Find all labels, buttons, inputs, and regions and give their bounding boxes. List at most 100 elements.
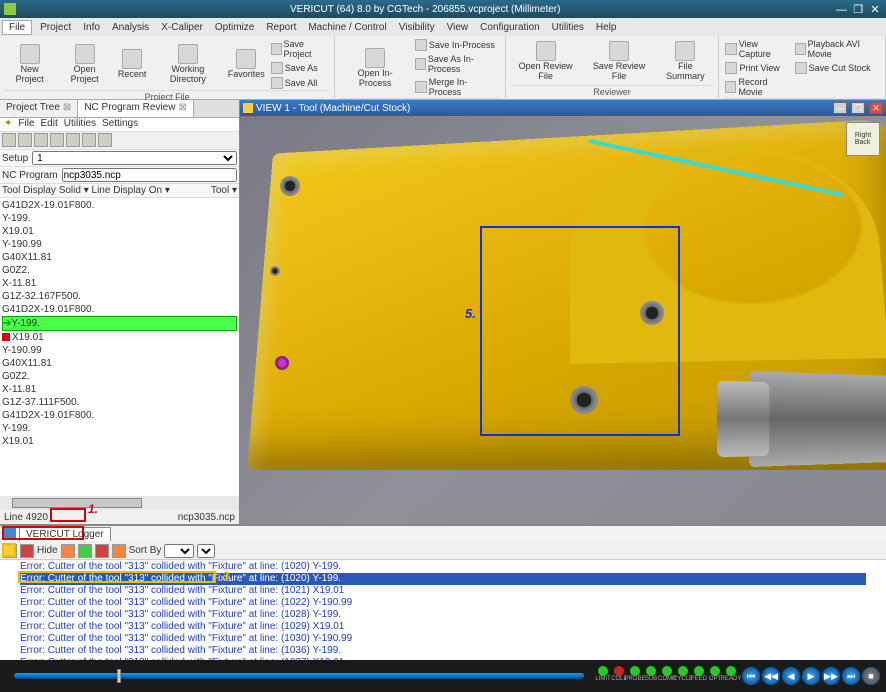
nc-tool-6[interactable]: [82, 133, 96, 147]
status-cycle: CYCLE: [676, 666, 690, 686]
menu-project[interactable]: Project: [34, 21, 77, 34]
hole-icon: [280, 176, 300, 196]
menu-machine[interactable]: Machine / Control: [302, 21, 392, 34]
open-review-button[interactable]: Open Review File: [510, 38, 582, 85]
line-display-label: Line Display On: [92, 185, 163, 196]
menu-view[interactable]: View: [441, 21, 475, 34]
ncprogram-row: NC Program: [0, 167, 239, 184]
menu-xcaliper[interactable]: X-Caliper: [155, 21, 209, 34]
workspace: Project Tree⊠ NC Program Review⊠ ✦ File …: [0, 100, 886, 524]
save-project-button[interactable]: Save Project: [269, 38, 331, 60]
menu-optimize[interactable]: Optimize: [209, 21, 260, 34]
menu-report[interactable]: Report: [260, 21, 302, 34]
ncprogram-input[interactable]: [62, 168, 237, 182]
nc-tool-5[interactable]: [66, 133, 80, 147]
save-review-button[interactable]: Save Review File: [584, 38, 655, 85]
render-view[interactable]: 5. RightBack: [240, 116, 886, 524]
save-inprocess-button[interactable]: Save In-Process: [413, 38, 501, 52]
panel-utilities[interactable]: Utilities: [64, 118, 96, 131]
panel-file[interactable]: File: [18, 118, 34, 131]
play-button[interactable]: ▶: [802, 667, 820, 685]
nc-tool-3[interactable]: [34, 133, 48, 147]
nc-tool-7[interactable]: [98, 133, 112, 147]
logger-icon-1[interactable]: [61, 544, 75, 558]
merge-inprocess-button[interactable]: Merge In-Process: [413, 76, 501, 98]
panel-edit[interactable]: Edit: [41, 118, 58, 131]
stepfwd-button[interactable]: ▶▶: [822, 667, 840, 685]
log-row[interactable]: Error: Cutter of the tool "313" collided…: [20, 561, 866, 573]
recent-button[interactable]: Recent: [114, 38, 150, 90]
playback-controls: ⏮ ◀◀ ◀ ▶ ▶▶ ⏭ ■: [742, 667, 880, 685]
logger-sort-select[interactable]: [164, 544, 194, 558]
new-project-button[interactable]: New Project: [4, 38, 55, 90]
print-view-button[interactable]: Print View: [723, 61, 790, 75]
close-button[interactable]: ✕: [868, 3, 882, 16]
logger-sort-order[interactable]: [197, 544, 215, 558]
nc-tool-1[interactable]: [2, 133, 16, 147]
file-summary-button[interactable]: File Summary: [656, 38, 714, 85]
logger-list[interactable]: 3. Error: Cutter of the tool "313" colli…: [0, 560, 886, 660]
log-row[interactable]: Error: Cutter of the tool "313" collided…: [20, 645, 866, 657]
nc-tool-4[interactable]: [50, 133, 64, 147]
ribbon-group-projectfile: New Project Open Project Recent Working …: [0, 36, 335, 99]
menu-file[interactable]: File: [2, 20, 32, 35]
annotation-5: 5.: [465, 306, 476, 321]
orientation-cube[interactable]: RightBack: [846, 122, 880, 156]
log-row-selected[interactable]: Error: Cutter of the tool "313" collided…: [20, 573, 866, 585]
tab-nc-program-review[interactable]: NC Program Review⊠: [78, 100, 194, 117]
nc-tool-2[interactable]: [18, 133, 32, 147]
save-all-button[interactable]: Save All: [269, 76, 331, 90]
saveas-inprocess-button[interactable]: Save As In-Process: [413, 53, 501, 75]
menu-help[interactable]: Help: [590, 21, 623, 34]
maximize-button[interactable]: ❐: [851, 3, 865, 16]
logger-hide-button[interactable]: Hide: [37, 545, 58, 556]
log-row[interactable]: Error: Cutter of the tool "313" collided…: [20, 609, 866, 621]
minimize-button[interactable]: —: [834, 4, 848, 16]
nc-horizontal-scrollbar[interactable]: [0, 496, 239, 510]
log-row[interactable]: Error: Cutter of the tool "313" collided…: [20, 657, 866, 660]
view-minimize[interactable]: —: [833, 102, 847, 114]
rewind-button[interactable]: ⏮: [742, 667, 760, 685]
logger-icon-4[interactable]: [112, 544, 126, 558]
tool-label: Tool: [211, 185, 229, 196]
menu-config[interactable]: Configuration: [474, 21, 545, 34]
log-row[interactable]: Error: Cutter of the tool "313" collided…: [20, 585, 866, 597]
save-as-button[interactable]: Save As: [269, 61, 331, 75]
playback-avi-button[interactable]: Playback AVI Movie: [793, 38, 881, 60]
nc-status-line: Line 4920 ncp3035.ncp 1.: [0, 510, 239, 524]
step-button[interactable]: ◀: [782, 667, 800, 685]
working-dir-button[interactable]: Working Directory: [152, 38, 224, 90]
log-row[interactable]: Error: Cutter of the tool "313" collided…: [20, 621, 866, 633]
logger-icon-3[interactable]: [95, 544, 109, 558]
menu-info[interactable]: Info: [77, 21, 106, 34]
playback-slider[interactable]: [14, 673, 584, 679]
record-movie-button[interactable]: Record Movie: [723, 76, 790, 98]
setup-select[interactable]: 1: [32, 151, 237, 165]
view-close[interactable]: ✕: [869, 102, 883, 114]
save-cutstock-button[interactable]: Save Cut Stock: [793, 61, 881, 75]
stepback-button[interactable]: ◀◀: [762, 667, 780, 685]
end-button[interactable]: ⏭: [842, 667, 860, 685]
file-name-status: ncp3035.ncp: [178, 512, 235, 523]
tab-project-tree[interactable]: Project Tree⊠: [0, 100, 78, 117]
ribbon-label-reviewer: Reviewer: [510, 85, 715, 97]
nc-code-list[interactable]: G41D2X-19.01F800. Y-199. X19.01 Y-190.99…: [0, 198, 239, 496]
annotation-box-logger: [2, 526, 84, 540]
view-capture-button[interactable]: View Capture: [723, 38, 790, 60]
log-row[interactable]: Error: Cutter of the tool "313" collided…: [20, 597, 866, 609]
menu-utilities[interactable]: Utilities: [546, 21, 590, 34]
panel-settings[interactable]: Settings: [102, 118, 138, 131]
stop-button[interactable]: ■: [862, 667, 880, 685]
logger-error-button[interactable]: [20, 544, 34, 558]
menu-analysis[interactable]: Analysis: [106, 21, 155, 34]
setup-row: Setup 1: [0, 150, 239, 167]
log-row[interactable]: Error: Cutter of the tool "313" collided…: [20, 633, 866, 645]
panel-tabs: Project Tree⊠ NC Program Review⊠: [0, 100, 239, 118]
favorites-button[interactable]: Favorites: [226, 38, 267, 90]
open-inprocess-button[interactable]: Open In- Process: [339, 38, 411, 98]
view-maximize[interactable]: ❐: [851, 102, 865, 114]
status-ready: READY: [724, 666, 738, 686]
open-project-button[interactable]: Open Project: [57, 38, 112, 90]
menu-visibility[interactable]: Visibility: [393, 21, 441, 34]
logger-icon-2[interactable]: [78, 544, 92, 558]
